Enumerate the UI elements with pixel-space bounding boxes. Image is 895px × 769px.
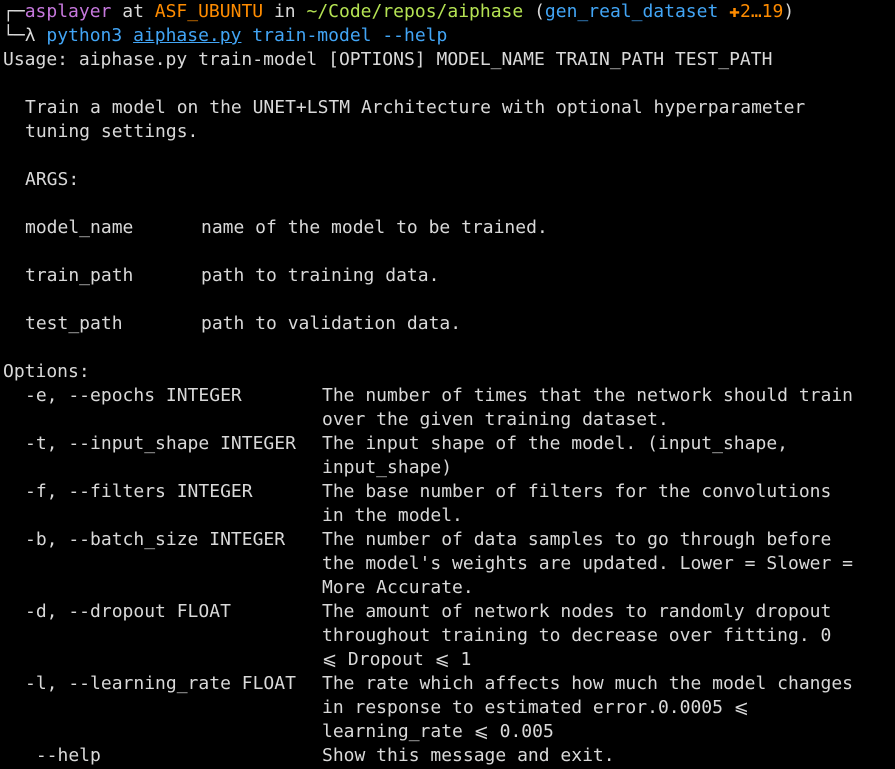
option-desc-line: over the given training dataset.: [322, 409, 669, 430]
prompt-user: asplayer: [24, 1, 112, 22]
option-desc-line: in response to estimated error.0.0005 ⩽: [322, 697, 749, 718]
command-line[interactable]: └─λ python3 aiphase.py train-model --hel…: [3, 24, 895, 48]
option-desc-line: input_shape): [322, 457, 453, 478]
terminal-window[interactable]: ┌─asplayer at ASF_UBUNTU in ~/Code/repos…: [0, 0, 895, 769]
prompt-dirty-status: ✚2…19: [729, 1, 784, 22]
option-desc-line: The input shape of the model. (input_sha…: [322, 433, 788, 454]
option-desc-line: More Accurate.: [322, 577, 474, 598]
option-row: -e, --epochs INTEGER The number of times…: [3, 384, 895, 432]
arg-row: model_name name of the model to be traine…: [3, 216, 895, 240]
prompt-in: in: [263, 1, 307, 22]
lambda-icon: λ: [24, 25, 47, 46]
option-row: -d, --dropout FLOAT The amount of networ…: [3, 600, 895, 672]
option-desc-line: The number of times that the network sho…: [322, 385, 854, 406]
option-row: --help Show this message and exit.: [3, 744, 895, 768]
prompt-at: at: [111, 1, 155, 22]
prompt-path: ~/Code/repos/aiphase: [306, 1, 524, 22]
option-desc-line: The rate which affects how much the mode…: [322, 673, 854, 694]
arg-name: train_path: [25, 265, 134, 286]
option-row: -t, --input_shape INTEGER The input shap…: [3, 432, 895, 480]
usage-line: Usage: aiphase.py train-model [OPTIONS] …: [3, 49, 773, 70]
prompt-branch: gen_real_dataset: [544, 1, 719, 22]
option-row: -l, --learning_rate FLOAT The rate which…: [3, 672, 895, 744]
prompt-box-bottom: └─: [3, 25, 25, 46]
description-line: Train a model on the UNET+LSTM Architect…: [25, 97, 806, 118]
arg-desc: path to validation data.: [201, 313, 462, 334]
option-name: --help: [25, 745, 101, 766]
option-name: -e, --epochs INTEGER: [25, 385, 242, 406]
arg-row: train_path path to training data.: [3, 264, 895, 288]
arg-name: test_path: [25, 313, 123, 334]
option-desc-line: in the model.: [322, 505, 463, 526]
args-header: ARGS:: [25, 169, 80, 190]
prompt-branch-open: (: [523, 1, 545, 22]
script-link[interactable]: aiphase.py: [133, 25, 241, 46]
command-args: train-model --help: [241, 25, 448, 46]
arg-row: test_path path to validation data.: [3, 312, 895, 336]
arg-desc: name of the model to be trained.: [201, 217, 548, 238]
prompt-branch-close: ): [783, 1, 795, 22]
option-desc-line: ⩽ Dropout ⩽ 1: [322, 649, 472, 670]
option-name: -b, --batch_size INTEGER: [25, 529, 286, 550]
option-desc-line: The amount of network nodes to randomly …: [322, 601, 832, 622]
options-header: Options:: [3, 361, 90, 382]
command-name: python3: [46, 25, 123, 46]
arg-desc: path to training data.: [201, 265, 440, 286]
option-row: -f, --filters INTEGER The base number of…: [3, 480, 895, 528]
option-desc-line: learning_rate ⩽ 0.005: [322, 721, 554, 742]
option-desc-line: throughout training to decrease over fit…: [322, 625, 832, 646]
description-line: tuning settings.: [25, 121, 199, 142]
option-desc-line: Show this message and exit.: [322, 745, 615, 766]
option-desc-line: The number of data samples to go through…: [322, 529, 832, 550]
option-desc-line: the model's weights are updated. Lower =…: [322, 553, 854, 574]
prompt-line: ┌─asplayer at ASF_UBUNTU in ~/Code/repos…: [3, 0, 895, 24]
option-name: -f, --filters INTEGER: [25, 481, 253, 502]
arg-name: model_name: [25, 217, 134, 238]
option-name: -d, --dropout FLOAT: [25, 601, 231, 622]
prompt-host: ASF_UBUNTU: [154, 1, 264, 22]
prompt-box-top: ┌─: [3, 1, 25, 22]
option-row: -b, --batch_size INTEGER The number of d…: [3, 528, 895, 600]
option-name: -t, --input_shape INTEGER: [25, 433, 296, 454]
option-name: -l, --learning_rate FLOAT: [25, 673, 296, 694]
option-desc-line: The base number of filters for the convo…: [322, 481, 832, 502]
